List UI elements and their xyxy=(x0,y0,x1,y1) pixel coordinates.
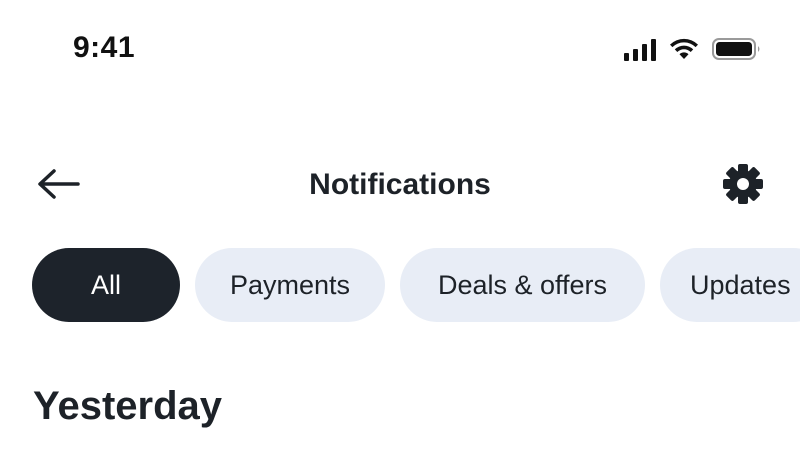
chip-all[interactable]: All xyxy=(32,248,180,322)
status-icons xyxy=(624,37,762,61)
wifi-icon xyxy=(668,37,700,61)
chip-updates[interactable]: Updates xyxy=(660,248,800,322)
status-bar: 9:41 xyxy=(0,0,800,100)
settings-button[interactable] xyxy=(718,163,768,209)
status-time: 9:41 xyxy=(73,31,136,64)
section-header-yesterday: Yesterday xyxy=(33,384,223,428)
gear-icon xyxy=(722,163,764,210)
chip-deals-offers[interactable]: Deals & offers xyxy=(400,248,645,322)
page-title: Notifications xyxy=(309,168,491,201)
filter-chip-row: All Payments Deals & offers Updates xyxy=(0,248,800,324)
chip-payments[interactable]: Payments xyxy=(195,248,385,322)
signal-icon xyxy=(624,39,656,61)
battery-icon xyxy=(712,37,762,61)
nav-bar: Notifications xyxy=(0,150,800,220)
notifications-screen: 9:41 Notifications All Payments Deals & … xyxy=(0,0,800,450)
